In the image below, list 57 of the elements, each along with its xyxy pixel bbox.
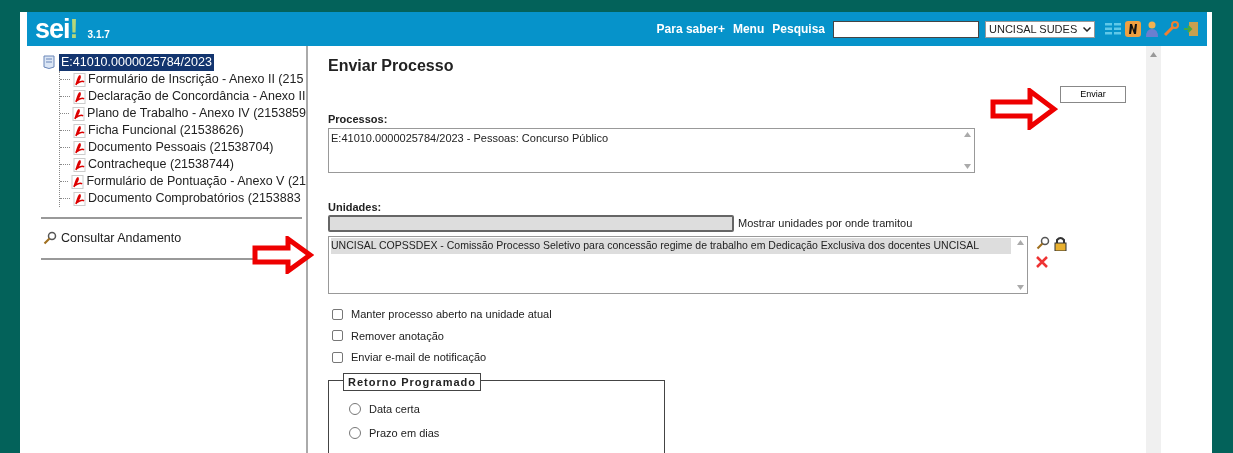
- document-tree-item[interactable]: Formulário de Inscrição - Anexo II (215: [88, 71, 304, 88]
- caret-icon[interactable]: [1083, 26, 1091, 32]
- units-list[interactable]: UNCISAL COPSSDEX - Comissão Processo Seletivo para concessão regime de trabalho em Dedicação Exclusiva dos docentes UNCISAL: [328, 236, 1028, 294]
- search-icon[interactable]: [1036, 236, 1050, 250]
- scrollbar[interactable]: [1146, 46, 1161, 453]
- process-tree-node[interactable]: E:41010.0000025784/2023: [59, 54, 214, 71]
- option-label: Prazo em dias: [369, 426, 440, 441]
- show-units-label: Mostrar unidades por onde tramitou: [738, 216, 913, 232]
- sei-logo: sei!: [35, 15, 78, 43]
- arrow-annotation: [252, 236, 314, 274]
- unit-select[interactable]: UNCISAL SUDES: [985, 20, 1095, 38]
- list-option[interactable]: E:41010.0000025784/2023 - Pessoas: Concurso Público: [331, 129, 958, 146]
- pdf-icon[interactable]: [71, 174, 85, 189]
- radio-button[interactable]: [349, 402, 361, 415]
- checkbox[interactable]: [332, 308, 343, 320]
- scroll-down-icon[interactable]: [1016, 285, 1024, 290]
- document-tree-item[interactable]: Documento Comprobatórios (2153883: [88, 190, 301, 207]
- processes-list[interactable]: E:41010.0000025784/2023 - Pessoas: Concurso Público: [328, 127, 975, 173]
- panel-legend: Retorno Programado: [343, 372, 481, 391]
- n-badge-icon[interactable]: [1125, 21, 1141, 37]
- document-tree-item[interactable]: Formulário de Pontuação - Anexo V (21: [86, 173, 306, 190]
- pdf-icon[interactable]: [73, 140, 86, 155]
- option-label: Data certa: [369, 401, 420, 417]
- consult-progress-link[interactable]: Consultar Andamento: [61, 229, 182, 248]
- send-button[interactable]: Enviar: [1060, 86, 1126, 103]
- radio-button[interactable]: [349, 427, 361, 440]
- processes-label: Processos:: [328, 112, 389, 127]
- pdf-icon[interactable]: [73, 89, 86, 104]
- pdf-icon[interactable]: [72, 106, 86, 121]
- checkbox[interactable]: [332, 330, 343, 342]
- scroll-up-icon[interactable]: [963, 131, 971, 137]
- arrow-annotation: [990, 88, 1058, 130]
- pdf-icon[interactable]: [73, 123, 86, 138]
- option-label: Remover anotação: [351, 328, 444, 344]
- document-tree-item[interactable]: Ficha Funcional (21538626): [88, 122, 244, 139]
- option-label: Manter processo aberto na unidade atual: [351, 307, 552, 322]
- scroll-up-icon[interactable]: [1016, 240, 1024, 245]
- search-field[interactable]: [833, 20, 979, 38]
- option-label: Enviar e-mail de notificação: [351, 350, 487, 365]
- padlock-icon[interactable]: [1054, 236, 1067, 251]
- magnifier-icon[interactable]: [43, 231, 57, 246]
- close-icon[interactable]: [1036, 255, 1048, 268]
- document-tree-item[interactable]: Plano de Trabalho - Anexo IV (2153859: [87, 105, 306, 122]
- version-label: 3.1.7: [87, 27, 110, 42]
- pdf-icon[interactable]: [73, 72, 86, 87]
- pdf-icon[interactable]: [73, 191, 86, 206]
- document-tree-item[interactable]: Documento Pessoais (21538704): [88, 139, 274, 156]
- scroll-up-icon[interactable]: [1150, 52, 1157, 57]
- scroll-down-icon[interactable]: [963, 163, 971, 169]
- pdf-icon[interactable]: [73, 157, 86, 172]
- units-label: Unidades:: [328, 199, 383, 215]
- document-tree-item[interactable]: Declaração de Concordância - Anexo II: [88, 88, 306, 105]
- list-option[interactable]: UNCISAL COPSSDEX - Comissão Processo Seletivo para concessão regime de trabalho em Dedicação Exclusiva dos docentes UNCISAL: [331, 238, 1011, 254]
- document-tree-item[interactable]: Contracheque (21538744): [88, 156, 234, 173]
- checkbox[interactable]: [332, 351, 343, 363]
- page-title: Enviar Processo: [328, 56, 455, 76]
- document-icon[interactable]: [41, 55, 57, 70]
